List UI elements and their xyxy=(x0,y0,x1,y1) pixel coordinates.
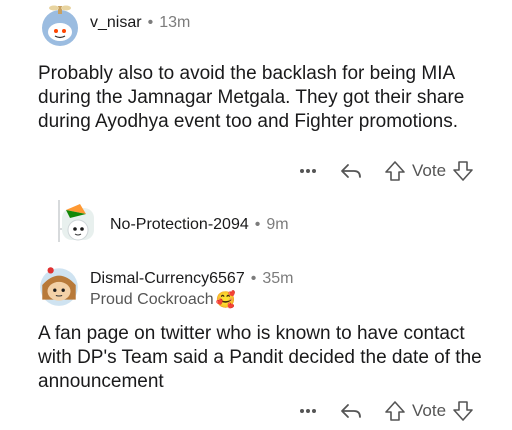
username[interactable]: No-Protection-2094 xyxy=(110,216,249,234)
more-options-button[interactable] xyxy=(296,168,320,174)
reply-icon xyxy=(341,404,361,418)
timestamp: 13m xyxy=(159,14,191,31)
vote-label: Vote xyxy=(412,161,447,180)
separator-dot: • xyxy=(254,216,261,233)
user-flair: Proud Cockroach 🥰 xyxy=(90,290,236,310)
downvote-icon xyxy=(453,161,473,181)
username[interactable]: Dismal-Currency6567 xyxy=(90,270,245,288)
snoo-avatar-icon xyxy=(42,5,78,46)
reply-button[interactable] xyxy=(336,161,366,181)
comment-meta: v_nisar • 13m xyxy=(90,14,190,32)
username[interactable]: v_nisar xyxy=(90,14,142,32)
flair-text: Proud Cockroach xyxy=(90,291,214,308)
upvote-icon xyxy=(385,161,405,181)
timestamp: 9m xyxy=(266,216,289,233)
downvote-icon xyxy=(453,401,473,421)
downvote-button[interactable] xyxy=(450,400,476,422)
timestamp: 35m xyxy=(262,270,294,287)
more-options-icon xyxy=(300,409,316,413)
snoo-avatar-icon xyxy=(62,204,94,241)
flair-emoji-icon: 🥰 xyxy=(215,292,236,309)
more-options-icon xyxy=(300,169,316,173)
upvote-button[interactable] xyxy=(382,160,408,182)
separator-dot: • xyxy=(147,14,154,31)
avatar[interactable] xyxy=(36,262,82,308)
downvote-button[interactable] xyxy=(450,160,476,182)
reply-icon xyxy=(341,164,361,178)
comment-actions: Vote xyxy=(296,396,476,426)
upvote-button[interactable] xyxy=(382,400,408,422)
comment-meta: No-Protection-2094 • 9m xyxy=(110,216,289,234)
avatar[interactable] xyxy=(56,202,100,246)
more-options-button[interactable] xyxy=(296,408,320,414)
vote-label: Vote xyxy=(412,401,447,420)
comment-actions: Vote xyxy=(296,156,476,186)
upvote-icon xyxy=(385,401,405,421)
reply-button[interactable] xyxy=(336,401,366,421)
avatar[interactable] xyxy=(38,4,82,48)
comment-body: A fan page on twitter who is known to ha… xyxy=(38,323,482,392)
separator-dot: • xyxy=(250,270,257,287)
comment-meta: Dismal-Currency6567 • 35m xyxy=(90,270,293,288)
comment-body: Probably also to avoid the backlash for … xyxy=(38,63,465,132)
snoo-avatar-icon xyxy=(40,267,78,306)
